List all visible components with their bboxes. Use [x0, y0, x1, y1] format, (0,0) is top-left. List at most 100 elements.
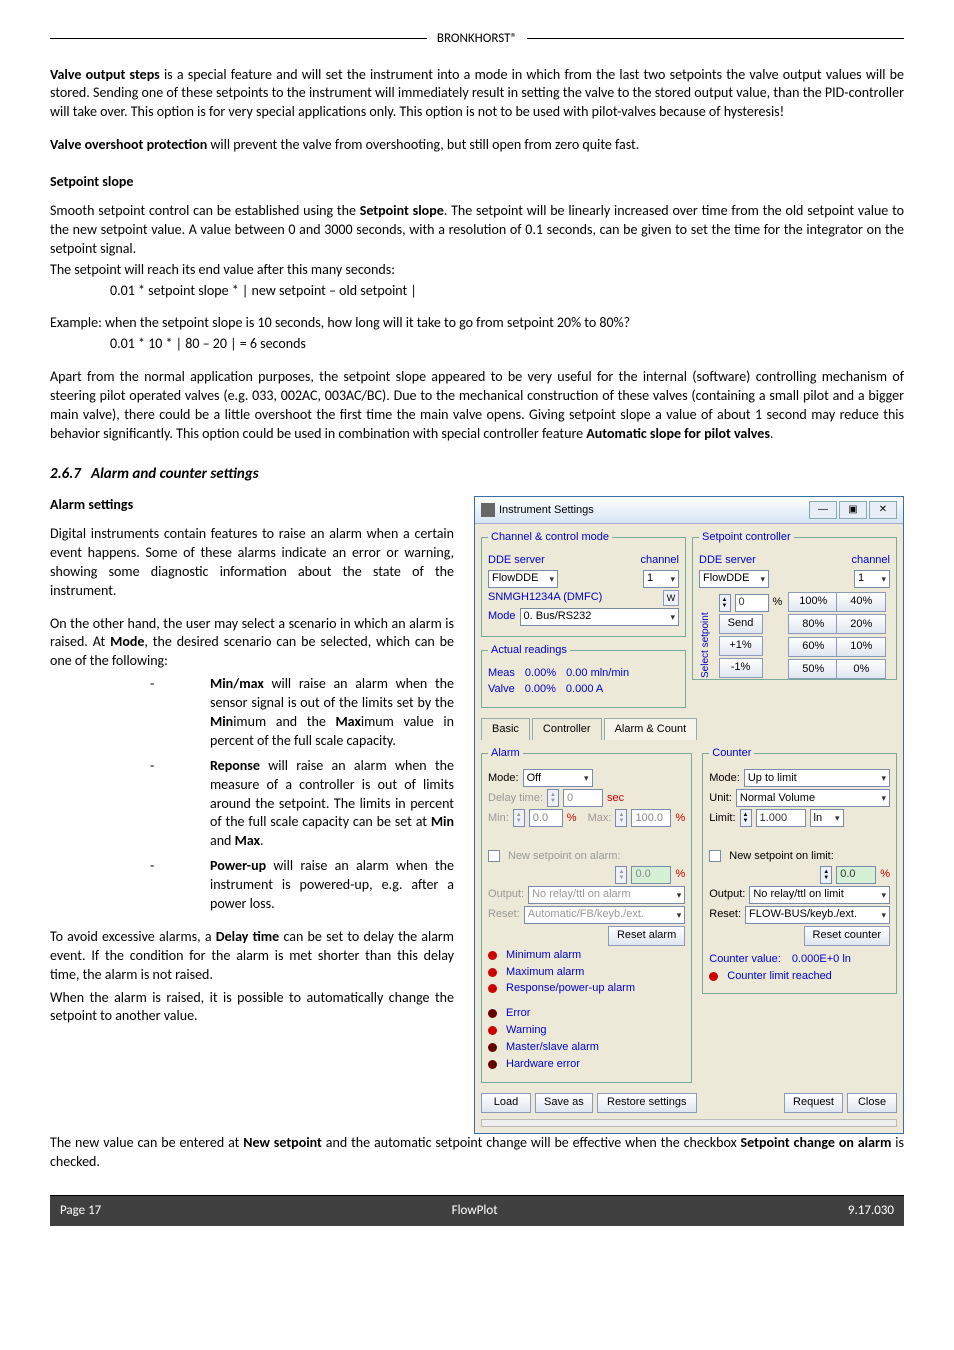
unit-select[interactable]: Normal Volume — [736, 789, 890, 807]
ind-ms: Master/slave alarm — [506, 1040, 599, 1055]
counter-limit-reached: Counter limit reached — [727, 969, 832, 984]
alarm-output-select[interactable]: No relay/ttl on alarm — [528, 886, 685, 904]
new-sp-alarm-label: New setpoint on alarm: — [508, 849, 621, 864]
alarm-reset-select[interactable]: Automatic/FB/keyb./ext. — [524, 906, 685, 924]
maximize-button[interactable]: ▣ — [839, 501, 867, 519]
dot-ms-icon — [488, 1043, 497, 1052]
li1e: Max — [335, 713, 360, 730]
btn-10[interactable]: 10% — [836, 637, 886, 657]
new-sp-limit-label: New setpoint on limit: — [729, 849, 834, 864]
min-spin[interactable] — [513, 809, 525, 827]
nsp-limit-pct: % — [880, 867, 890, 882]
restore-button[interactable]: Restore settings — [597, 1093, 697, 1113]
para-auto-change: When the alarm is raised, it is possible… — [50, 989, 454, 1027]
dot-hw-icon — [488, 1060, 497, 1069]
counter-output-label: Output: — [709, 887, 745, 902]
nsp-limit-spin[interactable] — [820, 866, 832, 884]
delay-input[interactable]: 0 — [563, 789, 603, 807]
tab-basic[interactable]: Basic — [481, 718, 530, 740]
meas-unit: 0.00 mln/min — [566, 666, 629, 681]
btn-100[interactable]: 100% — [788, 592, 838, 612]
window-title: Instrument Settings — [499, 503, 594, 518]
mode-select[interactable]: 0. Bus/RS232 — [520, 608, 679, 626]
btn-20[interactable]: 20% — [836, 614, 886, 634]
formula-example: 0.01 * 10 * | 80 – 20 | = 6 seconds — [50, 335, 904, 354]
request-button[interactable]: Request — [784, 1093, 843, 1113]
li1d: imum and the — [233, 713, 335, 730]
nsp-alarm-spin[interactable] — [615, 866, 627, 884]
dde-server-select[interactable]: FlowDDE — [488, 570, 558, 588]
actual-readings-group: Actual readings Meas 0.00% 0.00 mln/min … — [481, 643, 686, 709]
btn-50[interactable]: 50% — [788, 659, 838, 679]
btn-40[interactable]: 40% — [836, 592, 886, 612]
counter-reset-label: Reset: — [709, 907, 741, 922]
saveas-button[interactable]: Save as — [535, 1093, 593, 1113]
nsp-limit-input[interactable]: 0.0 — [836, 866, 876, 884]
t7bb: Mode — [110, 633, 144, 650]
titlebar[interactable]: Instrument Settings — ▣ ✕ — [475, 497, 903, 524]
sp-dde-label: DDE server — [699, 553, 756, 568]
limit-unit-select[interactable]: ln — [810, 809, 844, 827]
btn-60[interactable]: 60% — [788, 637, 838, 657]
mode-label: Mode — [488, 609, 516, 624]
dot-cntlimit-icon — [709, 972, 718, 981]
para-slope-pov: Apart from the normal application purpos… — [50, 368, 904, 444]
delay-spin[interactable] — [547, 789, 559, 807]
btn-0[interactable]: 0% — [836, 659, 886, 679]
plus1-button[interactable]: +1% — [719, 636, 763, 656]
dot-err-icon — [488, 1009, 497, 1018]
alarm-mode-select[interactable]: Off — [523, 769, 593, 787]
counter-value: 0.000E+0 ln — [792, 952, 851, 967]
txt-p3b: Setpoint slope — [360, 202, 444, 219]
alarm-reset-label: Reset: — [488, 907, 520, 922]
close-window-button[interactable]: ✕ — [869, 501, 897, 519]
delay-unit: sec — [607, 791, 624, 806]
w-button[interactable]: W — [663, 590, 679, 606]
minimize-button[interactable]: — — [809, 501, 837, 519]
p8a: To avoid excessive alarms, a — [50, 928, 216, 945]
min-input[interactable]: 0.0 — [529, 809, 563, 827]
counter-output-select[interactable]: No relay/ttl on limit — [749, 886, 890, 904]
btn-80[interactable]: 80% — [788, 614, 838, 634]
unit-label: Unit: — [709, 791, 732, 806]
para-overshoot: Valve overshoot protection will prevent … — [50, 136, 904, 155]
nsp-alarm-input[interactable]: 0.0 — [631, 866, 671, 884]
instrument-settings-window: Instrument Settings — ▣ ✕ Channel & cont… — [474, 496, 904, 1134]
max-pct: % — [675, 811, 685, 826]
counter-value-label: Counter value: — [709, 952, 781, 967]
sp-channel-select[interactable]: 1 — [854, 570, 890, 588]
sp-channel-label: channel — [851, 553, 890, 568]
sp-pct-sign: % — [773, 595, 783, 610]
tab-controller[interactable]: Controller — [532, 718, 602, 740]
sec-title: Alarm and counter settings — [91, 465, 259, 483]
reset-counter-button[interactable]: Reset counter — [804, 926, 890, 946]
max-spin[interactable] — [615, 809, 627, 827]
new-sp-limit-check[interactable] — [709, 850, 721, 862]
tab-alarm-count[interactable]: Alarm & Count — [604, 718, 698, 740]
channel-select[interactable]: 1 — [643, 570, 679, 588]
para-example: Example: when the setpoint slope is 10 s… — [50, 314, 904, 333]
new-sp-alarm-check[interactable] — [488, 850, 500, 862]
sp-dde-select[interactable]: FlowDDE — [699, 570, 769, 588]
reset-alarm-button[interactable]: Reset alarm — [608, 926, 685, 946]
sp-value-input[interactable]: 0 — [735, 594, 769, 612]
max-input[interactable]: 100.0 — [631, 809, 671, 827]
send-button[interactable]: Send — [719, 614, 763, 634]
counter-mode-select[interactable]: Up to limit — [744, 769, 890, 787]
sp-spin[interactable] — [719, 594, 731, 612]
min-label: Min: — [488, 811, 509, 826]
meas-pct: 0.00% — [525, 666, 556, 681]
ind-max: Maximum alarm — [506, 965, 584, 980]
p10d: Setpoint change on alarm — [741, 1134, 892, 1151]
dot-resp-icon — [488, 984, 497, 993]
limit-input[interactable]: 1.000 — [756, 809, 806, 827]
limit-label: Limit: — [709, 811, 735, 826]
load-button[interactable]: Load — [481, 1093, 531, 1113]
limit-spin[interactable] — [740, 809, 752, 827]
close-button[interactable]: Close — [847, 1093, 897, 1113]
counter-reset-select[interactable]: FLOW-BUS/keyb./ext. — [745, 906, 890, 924]
dot-warn-icon — [488, 1026, 497, 1035]
minus1-button[interactable]: -1% — [719, 658, 763, 678]
setpoint-controller-group: Setpoint controller DDE server channel F… — [692, 530, 897, 680]
sec-num: 2.6.7 — [50, 465, 81, 483]
